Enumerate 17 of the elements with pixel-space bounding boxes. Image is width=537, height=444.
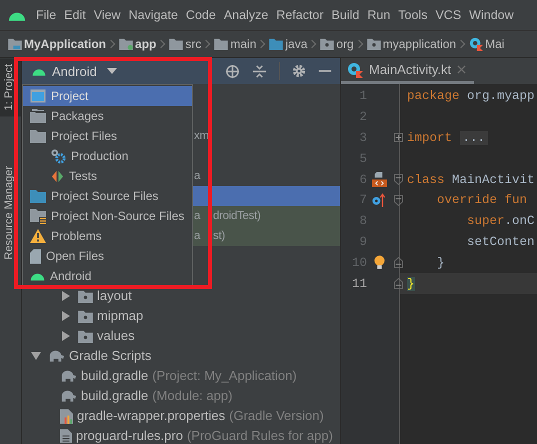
code-text: override fun <box>436 193 528 208</box>
code-text: import ... <box>405 130 488 145</box>
tree-item-label: st) <box>213 229 225 243</box>
tree-item-label: a <box>194 229 200 243</box>
code-text: } <box>436 256 445 270</box>
tree-item-note: (Gradle Version) <box>229 409 324 423</box>
code-text: super.onC <box>466 214 535 228</box>
tree-item-note: (Project: My_Application) <box>152 369 297 383</box>
code-text: } <box>406 276 415 291</box>
tree-item-label: droidTest) <box>213 209 260 223</box>
tree-item-note: (ProGuard Rules for app) <box>186 429 333 443</box>
code-text: setConten <box>466 234 535 249</box>
code-text: package org.myapp <box>406 89 535 104</box>
tree-item-label: a <box>194 209 200 223</box>
tree-item-note: (Module: app) <box>152 389 232 403</box>
line-number: 11 <box>350 276 367 291</box>
code-text: class MainActivit <box>406 172 535 187</box>
